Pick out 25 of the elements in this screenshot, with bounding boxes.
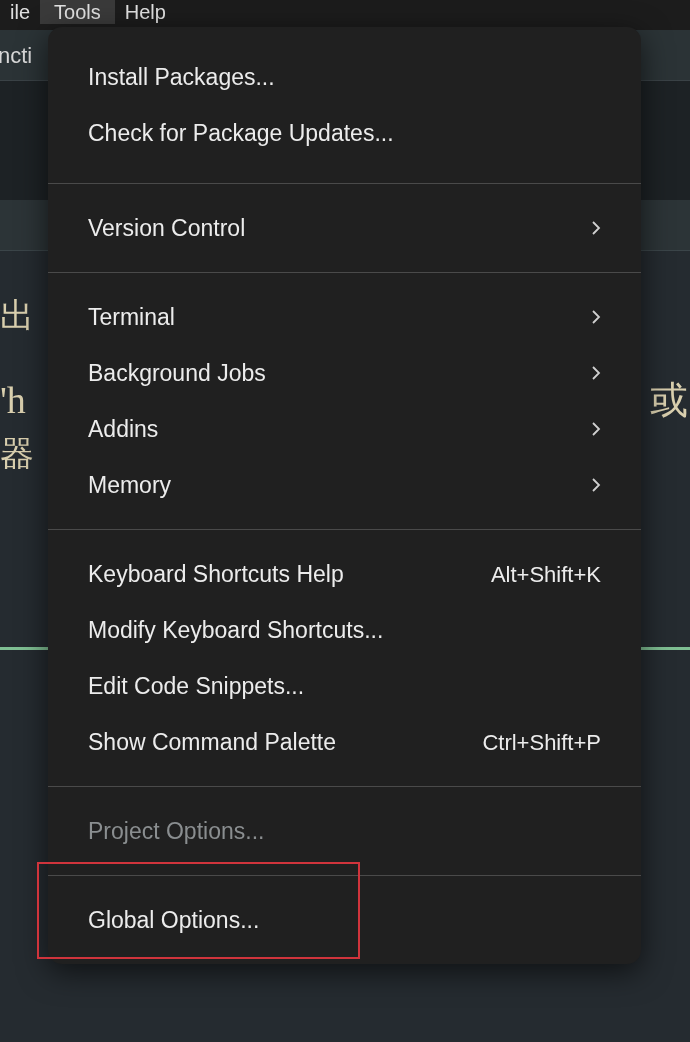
editor-text: 出: [0, 295, 34, 336]
menu-item[interactable]: Show Command Palette Ctrl+Shift+P: [48, 714, 641, 770]
menubar-item[interactable]: Help: [114, 0, 176, 24]
menubar-item[interactable]: Tools: [40, 0, 115, 24]
editor-text: 器: [0, 433, 34, 474]
chevron-right-icon: [591, 477, 601, 493]
menu-item[interactable]: Terminal: [48, 289, 641, 345]
editor-text: 或: [650, 377, 689, 423]
chevron-right-icon: [591, 309, 601, 325]
menu-item[interactable]: Global Options...: [48, 892, 641, 948]
menu-item[interactable]: Background Jobs: [48, 345, 641, 401]
menu-item[interactable]: Modify Keyboard Shortcuts...: [48, 602, 641, 658]
menu-item[interactable]: Keyboard Shortcuts Help Alt+Shift+K: [48, 546, 641, 602]
menubar-item[interactable]: ile: [0, 0, 40, 24]
editor-text: 'h: [0, 377, 26, 423]
menu-item[interactable]: Memory: [48, 457, 641, 513]
menu-item[interactable]: Version Control: [48, 200, 641, 256]
menu-item[interactable]: Edit Code Snippets...: [48, 658, 641, 714]
menu-item[interactable]: Install Packages...: [48, 49, 641, 105]
menu-item[interactable]: Check for Package Updates...: [48, 105, 641, 161]
chevron-right-icon: [591, 365, 601, 381]
menu-item[interactable]: Addins: [48, 401, 641, 457]
tab-label[interactable]: ncti: [0, 38, 33, 72]
chevron-right-icon: [591, 421, 601, 437]
chevron-right-icon: [591, 220, 601, 236]
